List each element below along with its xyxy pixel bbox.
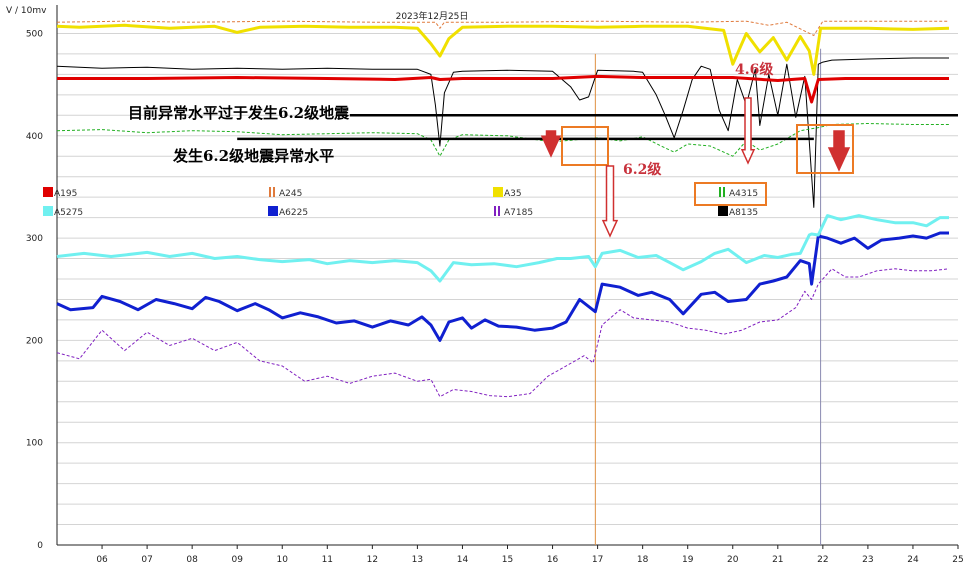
legend: A195 A245 A35 A4315 A5275 A6225 A7185 A8135 — [43, 187, 758, 218]
annotation-text-current: 目前异常水平过于发生6.2级地震 — [128, 104, 350, 122]
legend-swatch-a6225 — [268, 206, 278, 216]
legend-label-a5275: A5275 — [54, 208, 83, 218]
x-tick-label: 06 — [96, 555, 108, 565]
y-tick-label: 200 — [26, 336, 43, 346]
legend-swatch-a8135 — [718, 206, 728, 216]
annotations: 目前异常水平过于发生6.2级地震发生6.2级地震异常水平 6.2级 4.6级 — [128, 61, 958, 238]
legend-swatch-a245 — [273, 187, 275, 197]
legend-swatch-a195 — [43, 187, 53, 197]
x-tick-label: 24 — [907, 555, 919, 565]
legend-label-a245: A245 — [279, 189, 302, 199]
x-tick-label: 10 — [277, 555, 289, 565]
x-tick-label: 23 — [862, 555, 873, 565]
series-line-a6225 — [56, 231, 949, 342]
legend-label-a8135: A8135 — [729, 208, 758, 218]
series-line-a35 — [56, 23, 950, 76]
y-tick-label: 400 — [26, 132, 43, 142]
series-line-a8135 — [56, 57, 949, 208]
x-tick-label: 09 — [231, 555, 243, 565]
y-tick-label: 500 — [26, 29, 43, 39]
chart-title: 2023年12月25日 — [396, 10, 469, 22]
legend-swatch-a7185 — [494, 206, 496, 216]
x-tick-label: 21 — [772, 555, 783, 565]
x-tick-label: 25 — [952, 555, 963, 565]
x-tick-label: 12 — [367, 555, 378, 565]
x-tick-label: 20 — [727, 555, 739, 565]
legend-label-a195: A195 — [54, 189, 77, 199]
legend-swatch-a4315 — [719, 187, 721, 197]
legend-label-a6225: A6225 — [279, 208, 308, 218]
annotation-label-6-2: 6.2级 — [623, 161, 662, 178]
y-axis-label: V / 10mv — [6, 6, 47, 16]
arrow-down-icon — [827, 130, 851, 172]
x-tick-label: 17 — [592, 555, 603, 565]
plot-frame — [56, 5, 958, 546]
legend-swatch-a5275 — [43, 206, 53, 216]
x-tick-label: 19 — [682, 555, 694, 565]
x-tick-label: 07 — [141, 555, 152, 565]
chart-area: 目前异常水平过于发生6.2级地震发生6.2级地震异常水平 6.2级 4.6级 A19… — [0, 0, 974, 582]
legend-swatch-a4315 — [723, 187, 725, 197]
legend-swatch-a35 — [493, 187, 503, 197]
legend-swatch-a245 — [269, 187, 271, 197]
legend-label-a7185: A7185 — [504, 208, 533, 218]
x-tick-label: 14 — [457, 555, 469, 565]
x-tick-label: 08 — [186, 555, 198, 565]
highlight-box — [561, 126, 609, 166]
x-tick-label: 11 — [322, 555, 333, 565]
y-tick-label: 300 — [26, 234, 43, 244]
x-tick-label: 16 — [547, 555, 559, 565]
legend-label-a4315: A4315 — [729, 189, 758, 199]
y-tick-label: 100 — [26, 439, 43, 449]
annotation-label-4-6: 4.6级 — [735, 61, 774, 78]
legend-label-a35: A35 — [504, 189, 522, 199]
series-line-a7185 — [56, 268, 950, 398]
x-tick-label: 15 — [502, 555, 513, 565]
axes: 0 100 200 300 400 500 V / 10mv 2023年12月25日 06 07 0… — [6, 6, 964, 565]
y-tick-label: 0 — [37, 541, 43, 551]
x-tick-label: 13 — [412, 555, 423, 565]
legend-swatch-a7185 — [498, 206, 500, 216]
arrow-down-icon — [740, 97, 756, 165]
chart-svg: 目前异常水平过于发生6.2级地震发生6.2级地震异常水平 6.2级 4.6级 A19… — [6, 5, 964, 565]
arrow-down-icon — [540, 130, 562, 158]
series-line-a195 — [57, 74, 949, 104]
x-tick-label: 22 — [817, 555, 828, 565]
annotation-text-threshold: 发生6.2级地震异常水平 — [172, 147, 334, 165]
x-tick-label: 18 — [637, 555, 649, 565]
